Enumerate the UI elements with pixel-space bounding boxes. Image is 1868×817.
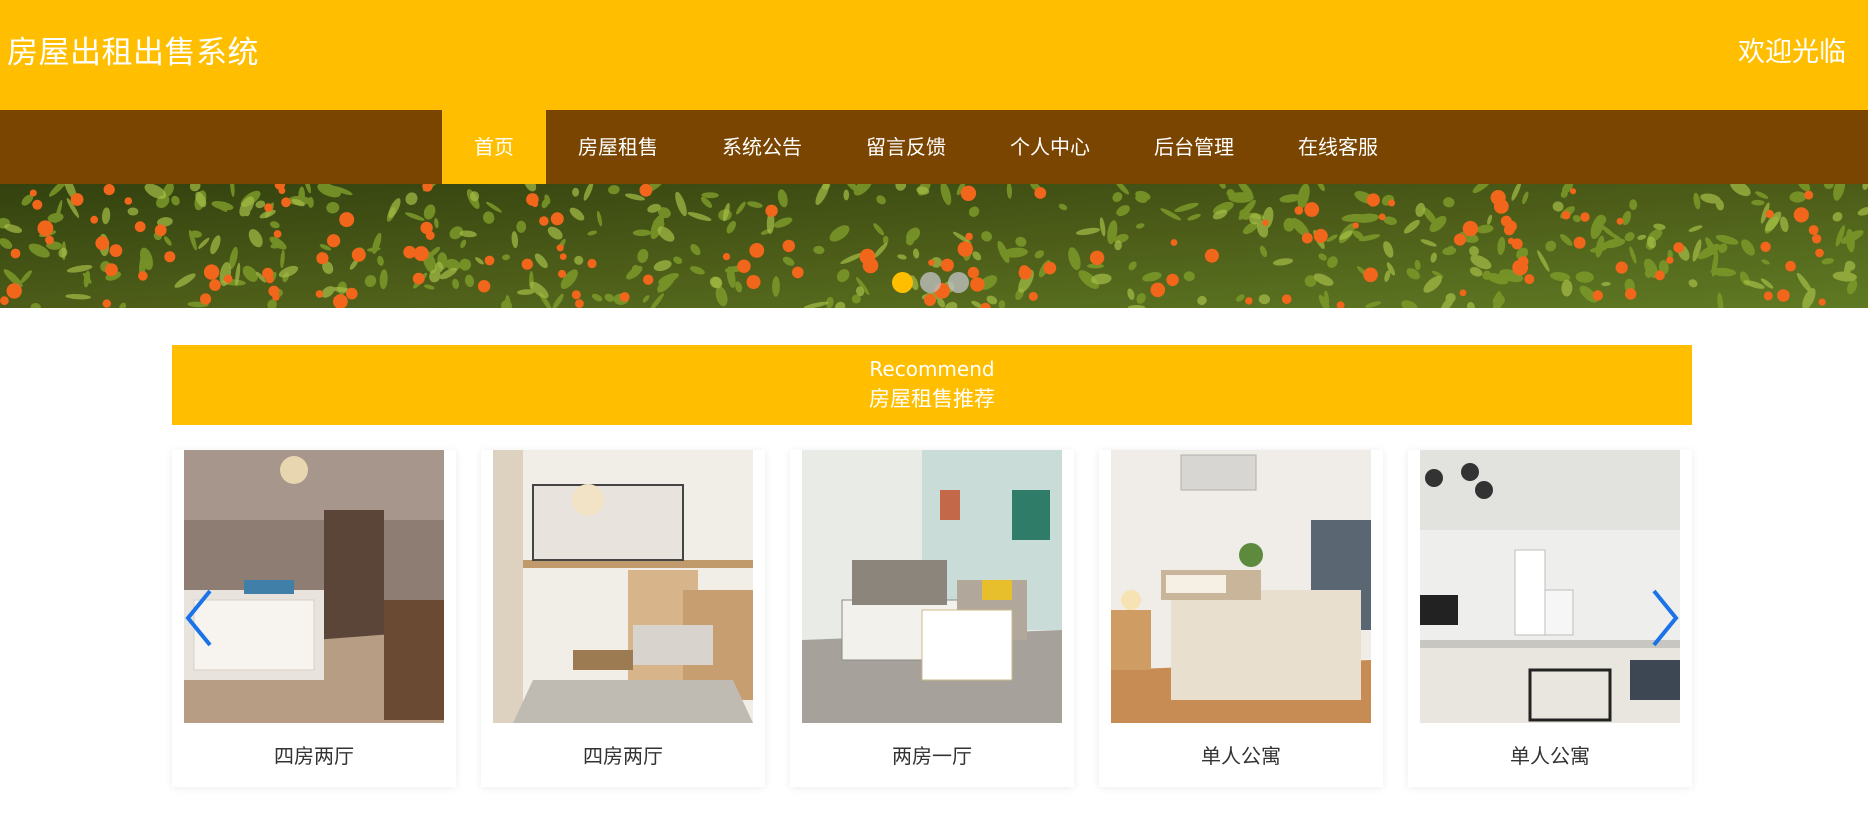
hero-banner: [0, 184, 1868, 308]
house-photo: [1111, 450, 1371, 723]
house-photo: [802, 450, 1062, 723]
house-name: 四房两厅: [274, 744, 354, 768]
house-name: 单人公寓: [1510, 744, 1590, 768]
carousel-dot-1[interactable]: [892, 272, 913, 293]
house-card[interactable]: 四房两厅: [481, 450, 765, 787]
carousel-dot-3[interactable]: [948, 272, 969, 293]
site-title: 房屋出租出售系统: [7, 35, 259, 71]
nav-item-home[interactable]: 首页: [442, 110, 546, 184]
chevron-right-icon: [1652, 589, 1679, 647]
nav-item-announcements[interactable]: 系统公告: [690, 110, 834, 184]
carousel-dot-2[interactable]: [920, 272, 941, 293]
house-photo: [1420, 450, 1680, 723]
top-header: 房屋出租出售系统 欢迎光临: [0, 0, 1868, 110]
recommend-title-en: Recommend: [869, 357, 995, 381]
carousel-prev-button[interactable]: [182, 583, 222, 653]
recommend-carousel: 四房两厅 四房两厅 两房一厅 单人公寓 单人公寓: [172, 450, 1692, 787]
house-card[interactable]: 两房一厅: [790, 450, 1074, 787]
nav-item-feedback[interactable]: 留言反馈: [834, 110, 978, 184]
recommend-header: Recommend 房屋租售推荐: [172, 345, 1692, 425]
house-name: 单人公寓: [1201, 744, 1281, 768]
house-photo: [184, 450, 444, 723]
house-name: 两房一厅: [892, 744, 972, 768]
house-photo: [493, 450, 753, 723]
welcome-text: 欢迎光临: [1738, 37, 1846, 68]
nav-item-user-center[interactable]: 个人中心: [978, 110, 1122, 184]
carousel-next-button[interactable]: [1642, 583, 1682, 653]
nav-item-admin[interactable]: 后台管理: [1122, 110, 1266, 184]
house-name: 四房两厅: [583, 744, 663, 768]
nav-item-customer-service[interactable]: 在线客服: [1266, 110, 1410, 184]
house-card[interactable]: 单人公寓: [1099, 450, 1383, 787]
nav-item-house-rental[interactable]: 房屋租售: [546, 110, 690, 184]
recommend-title-cn: 房屋租售推荐: [869, 387, 995, 411]
chevron-left-icon: [185, 589, 212, 647]
main-nav: 首页 房屋租售 系统公告 留言反馈 个人中心 后台管理 在线客服: [0, 110, 1868, 184]
